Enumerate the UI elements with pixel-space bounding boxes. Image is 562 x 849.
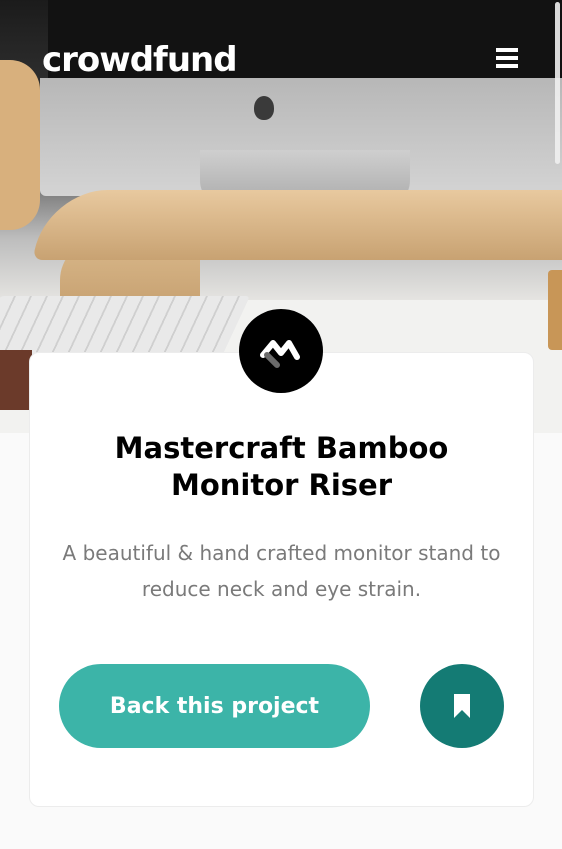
hamburger-menu-icon[interactable]: [496, 48, 518, 68]
site-logo[interactable]: crowdfund: [42, 40, 238, 80]
bookmark-button[interactable]: [420, 664, 504, 748]
apple-logo-icon: [254, 96, 274, 120]
project-description: A beautiful & hand crafted monitor stand…: [62, 541, 501, 601]
mastercraft-logo-icon: [239, 309, 323, 393]
back-project-button[interactable]: Back this project: [59, 664, 370, 748]
scrollbar[interactable]: [555, 2, 560, 164]
bookmark-icon: [454, 694, 470, 718]
project-title: Mastercraft Bamboo Monitor Riser: [114, 431, 449, 502]
